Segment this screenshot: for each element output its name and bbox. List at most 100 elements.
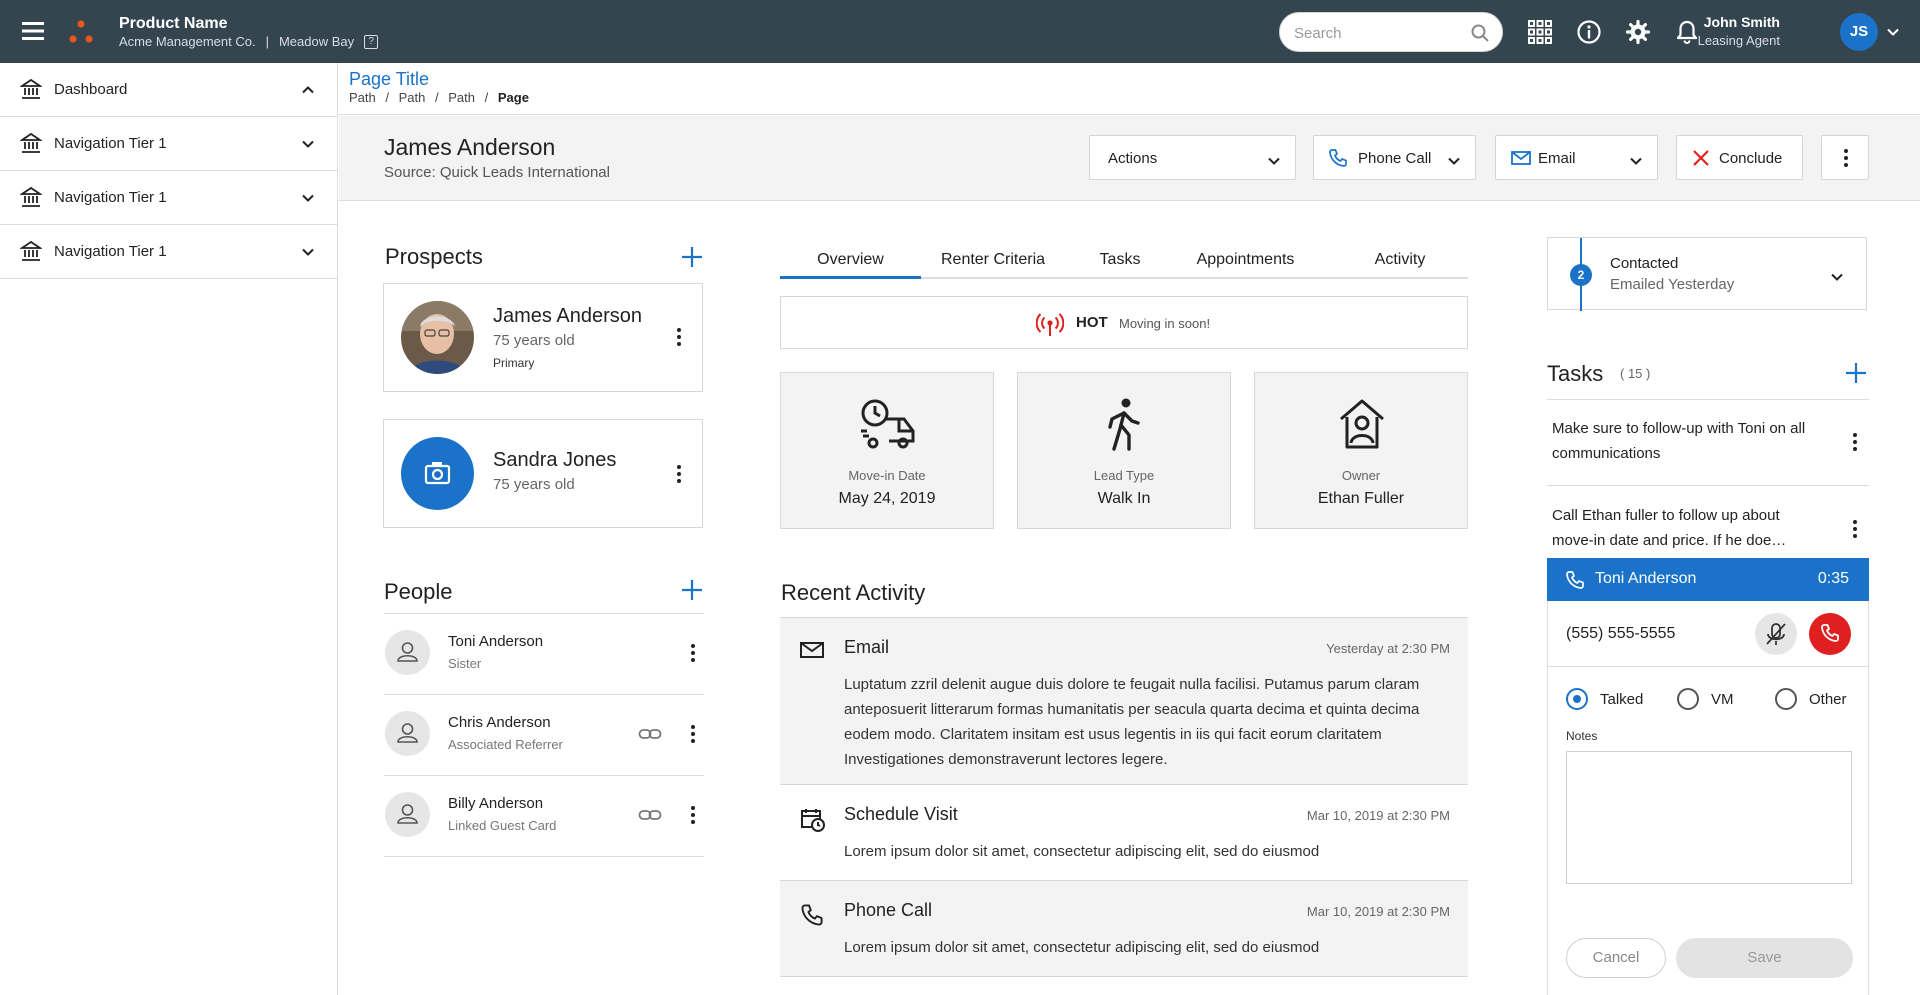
logo [66,18,96,48]
kebab-icon[interactable] [690,643,696,663]
tab-tasks[interactable]: Tasks [1070,251,1170,269]
user-info[interactable]: John Smith Leasing Agent [1680,14,1780,48]
active-call-bar[interactable]: Toni Anderson 0:35 [1547,558,1869,601]
top-bar: Product Name Acme Management Co. | Meado… [0,0,1920,63]
apps-grid-icon[interactable] [1527,19,1553,45]
bank-icon [20,132,42,154]
activity-item-email[interactable]: Email Yesterday at 2:30 PM Luptatum zzri… [780,618,1468,785]
notes-field[interactable] [1566,751,1852,884]
people-title: People [384,579,453,604]
add-prospect-button[interactable] [681,246,703,268]
breadcrumb-link[interactable]: Path [399,90,426,105]
email-label: Email [1538,150,1576,167]
activity-date: Mar 10, 2019 at 2:30 PM [1306,808,1450,823]
task-item[interactable]: Make sure to follow-up with Toni on all … [1547,400,1869,486]
avatar[interactable]: JS [1840,13,1878,51]
search-box[interactable] [1279,12,1503,52]
kebab-icon[interactable] [690,805,696,825]
radio-button[interactable] [1566,688,1588,710]
sidebar-item-navigation-tier-1[interactable]: Navigation Tier 1 [0,225,337,279]
email-dropdown[interactable]: Email [1495,135,1658,180]
tab-appointments[interactable]: Appointments [1178,251,1313,269]
link-icon[interactable] [638,807,662,823]
camera-icon[interactable] [401,437,474,510]
context-line: Acme Management Co. | Meadow Bay ? [119,34,379,49]
help-icon[interactable]: ? [364,34,379,49]
phone-call-label: Phone Call [1358,150,1432,167]
person-relation: Sister [448,656,482,671]
kebab-icon[interactable] [676,327,682,347]
chevron-down-icon[interactable] [1886,25,1900,39]
breadcrumb: Path / Path / Path / Page [349,90,529,105]
kebab-icon[interactable] [676,464,682,484]
tab-renter-criteria[interactable]: Renter Criteria [925,251,1061,269]
divider [1548,666,1868,667]
breadcrumb-current: Page [497,90,529,105]
radio-button[interactable] [1775,688,1797,710]
conclude-button[interactable]: Conclude [1676,135,1803,180]
activity-item-schedule-visit[interactable]: Schedule Visit Mar 10, 2019 at 2:30 PM L… [780,785,1468,881]
tab-activity[interactable]: Activity [1335,251,1465,269]
add-task-button[interactable] [1845,362,1867,384]
hot-banner: HOT Moving in soon! [780,296,1468,349]
recent-activity-title: Recent Activity [781,580,926,605]
add-person-button[interactable] [681,579,703,601]
kebab-icon[interactable] [1852,432,1858,452]
bank-icon [20,186,42,208]
more-options-button[interactable] [1821,135,1869,180]
activity-body: Lorem ipsum dolor sit amet, consectetur … [844,843,1320,860]
list-item[interactable]: Toni Anderson Sister [384,614,704,695]
breadcrumb-link[interactable]: Path [349,90,376,105]
activity-item-phone-call[interactable]: Phone Call Mar 10, 2019 at 2:30 PM Lorem… [780,881,1468,977]
search-icon[interactable] [1470,23,1490,43]
tab-overview[interactable]: Overview [780,251,921,279]
radio-other[interactable]: Other [1775,688,1847,710]
activity-type: Email [844,637,890,657]
hang-up-button[interactable] [1809,613,1851,655]
prospect-card[interactable]: Sandra Jones 75 years old [383,419,703,528]
notes-label: Notes [1566,729,1598,743]
save-button[interactable]: Save [1676,938,1853,978]
call-timer: 0:35 [1817,570,1849,587]
breadcrumb-separator: / [435,90,439,105]
prospect-card[interactable]: James Anderson 75 years old Primary [383,283,703,392]
info-icon[interactable] [1576,19,1602,45]
tab-bar: Overview Renter Criteria Tasks Appointme… [780,237,1468,279]
radio-talked[interactable]: Talked [1566,688,1643,710]
sidebar-item-navigation-tier-1[interactable]: Navigation Tier 1 [0,117,337,171]
chevron-down-icon[interactable] [301,245,315,259]
chevron-up-icon[interactable] [301,83,315,97]
chevron-down-icon[interactable] [301,137,315,151]
product-name: Product Name [119,15,228,32]
menu-icon[interactable] [22,21,44,41]
breadcrumb-separator: / [484,90,489,105]
kebab-icon[interactable] [1852,519,1858,539]
lead-status-dropdown[interactable]: 2 Contacted Emailed Yesterday [1547,237,1867,311]
phone-call-dropdown[interactable]: Phone Call [1313,135,1476,180]
sidebar-item-navigation-tier-1[interactable]: Navigation Tier 1 [0,171,337,225]
kebab-icon[interactable] [690,724,696,744]
property-name[interactable]: Meadow Bay [279,34,354,49]
hot-signal-icon [1036,311,1064,337]
sidebar-item-label: Dashboard [54,81,128,98]
gear-icon[interactable] [1625,19,1651,45]
chevron-down-icon [1267,154,1281,168]
prospects-title: Prospects [385,244,483,269]
close-icon [1691,148,1711,168]
chevron-down-icon[interactable] [301,191,315,205]
owner-tile: Owner Ethan Fuller [1254,372,1468,529]
search-input[interactable] [1294,22,1464,44]
caller-name: Toni Anderson [1595,570,1697,587]
breadcrumb-link[interactable]: Path [448,90,475,105]
sidebar-item-dashboard[interactable]: Dashboard [0,63,337,117]
link-icon[interactable] [638,726,662,742]
mute-button[interactable] [1755,613,1797,655]
list-item[interactable]: Billy Anderson Linked Guest Card [384,776,704,857]
cancel-button[interactable]: Cancel [1566,938,1666,978]
list-item[interactable]: Chris Anderson Associated Referrer [384,695,704,776]
actions-dropdown[interactable]: Actions [1089,135,1296,180]
radio-button[interactable] [1677,688,1699,710]
task-item[interactable]: Call Ethan fuller to follow up about mov… [1547,487,1869,558]
radio-vm[interactable]: VM [1677,688,1734,710]
bank-icon [20,240,42,262]
